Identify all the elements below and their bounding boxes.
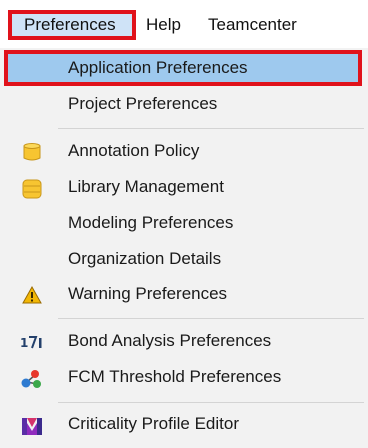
menu-help[interactable]: Help xyxy=(140,10,187,40)
menu-item-label: Criticality Profile Editor xyxy=(68,414,239,433)
menu-item-organization-details[interactable]: Organization Details xyxy=(0,241,368,277)
menu-item-modeling-preferences[interactable]: Modeling Preferences xyxy=(0,205,368,241)
menu-item-warning-preferences[interactable]: Warning Preferences xyxy=(0,276,368,312)
menu-item-label: Modeling Preferences xyxy=(68,213,234,232)
menu-bar: Preferences Help Teamcenter xyxy=(0,0,368,49)
menu-item-bond-analysis-preferences[interactable]: 1 Bond Analysis Preferences xyxy=(0,323,368,359)
svg-text:1: 1 xyxy=(20,336,28,350)
yellow-stack-icon xyxy=(20,178,44,199)
yellow-database-icon xyxy=(20,142,44,161)
menu-item-fcm-threshold-preferences[interactable]: FCM Threshold Preferences xyxy=(0,359,368,395)
menu-item-label: FCM Threshold Preferences xyxy=(68,367,282,386)
fcm-nodes-icon xyxy=(20,368,44,388)
menu-item-label: Bond Analysis Preferences xyxy=(68,331,272,350)
menu-item-label: Organization Details xyxy=(68,249,222,268)
menu-item-criticality-profile-editor[interactable]: Criticality Profile Editor xyxy=(0,406,368,442)
menu-item-label: Project Preferences xyxy=(68,94,218,113)
menu-item-label: Application Preferences xyxy=(68,58,248,77)
menu-teamcenter[interactable]: Teamcenter xyxy=(202,10,303,40)
menu-item-label: Warning Preferences xyxy=(68,284,228,303)
menu-item-label: Library Management xyxy=(68,177,224,196)
menu-item-library-management[interactable]: Library Management xyxy=(0,169,368,205)
criticality-profile-icon xyxy=(20,415,44,435)
menu-item-project-preferences[interactable]: Project Preferences xyxy=(0,86,368,122)
menu-item-annotation-policy[interactable]: Annotation Policy xyxy=(0,133,368,169)
warning-icon xyxy=(20,285,44,304)
menu-separator xyxy=(58,128,364,129)
menu-preferences[interactable]: Preferences xyxy=(8,10,136,40)
menu-item-application-preferences[interactable]: Application Preferences xyxy=(4,50,362,86)
bond-analysis-icon: 1 xyxy=(20,332,44,350)
preferences-dropdown-menu: Application Preferences Project Preferen… xyxy=(0,48,368,448)
menu-separator xyxy=(58,318,364,319)
menu-separator xyxy=(58,402,364,403)
menu-item-label: Annotation Policy xyxy=(68,141,200,160)
